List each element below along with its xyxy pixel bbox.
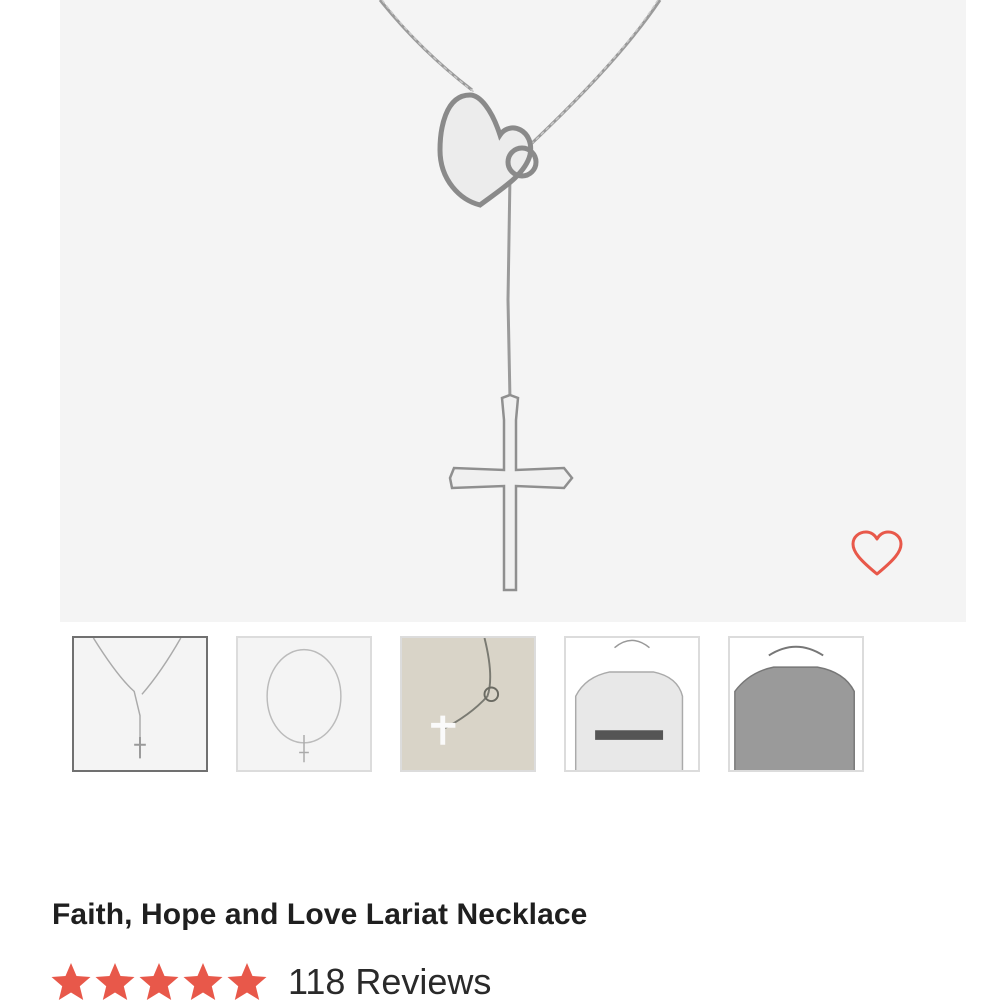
thumbnail-necklace-full[interactable] <box>236 636 372 772</box>
heart-outline-icon <box>851 530 903 576</box>
thumbnail-necklace-on-linen[interactable] <box>400 636 536 772</box>
necklace-image <box>378 0 662 592</box>
thumbnail-model-size-chart-2[interactable] <box>728 636 864 772</box>
star-icon <box>95 963 135 1000</box>
thumbnail-necklace-closeup[interactable] <box>72 636 208 772</box>
star-rating <box>50 962 268 1002</box>
favorite-heart-button[interactable] <box>850 530 904 578</box>
product-title: Faith, Hope and Love Lariat Necklace <box>52 898 588 931</box>
star-icon <box>227 963 267 1000</box>
thumbnail-model-size-chart-1[interactable] <box>564 636 700 772</box>
reviews-link[interactable]: 118 Reviews <box>288 961 491 1003</box>
star-icon <box>183 963 223 1000</box>
product-hero-image[interactable] <box>60 0 966 622</box>
rating-summary[interactable]: 118 Reviews <box>50 961 491 1003</box>
star-icon <box>51 963 91 1000</box>
star-icon <box>139 963 179 1000</box>
